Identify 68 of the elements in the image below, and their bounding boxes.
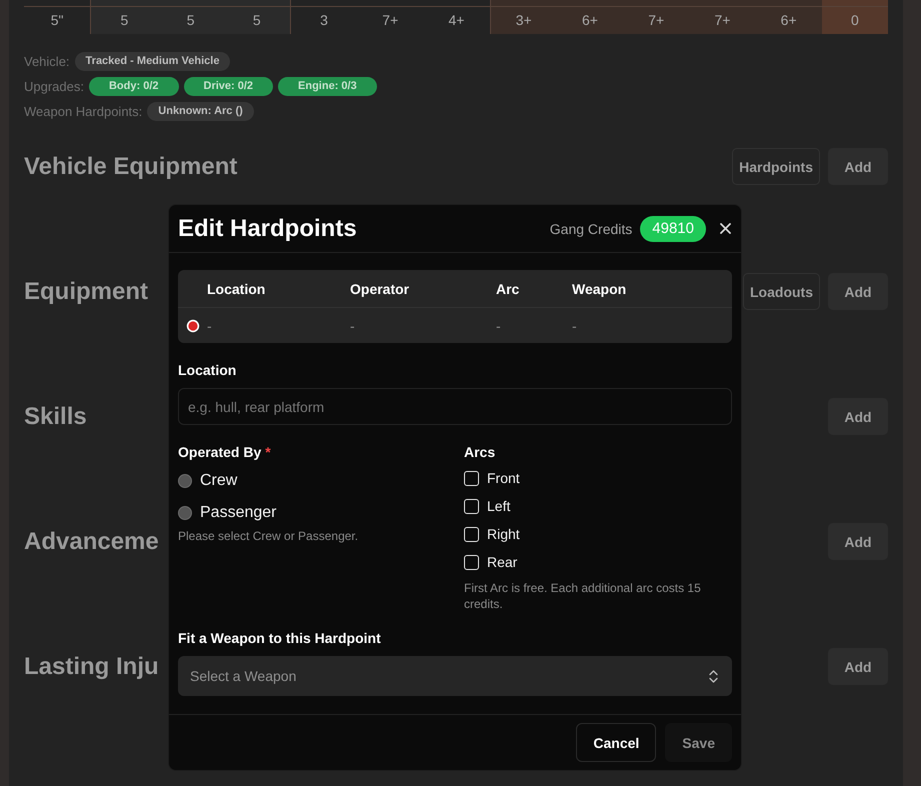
upgrade-badge: Engine: 0/3 [278, 76, 377, 96]
column-header: Operator [350, 280, 410, 296]
table-cell-text: 5 [252, 11, 262, 30]
table-cell-text: 5 [119, 11, 130, 30]
credits-badge: 49810 [640, 216, 706, 242]
modal-title: Edit Hardpoints [178, 214, 357, 242]
section-button[interactable]: Add [828, 648, 888, 685]
checkbox[interactable] [464, 470, 479, 486]
column-header: Location [207, 280, 266, 296]
close-icon[interactable] [720, 223, 731, 234]
credits-label: Gang Credits [550, 220, 632, 236]
column-header: Weapon [572, 280, 626, 296]
table-cell-text: 7+ [647, 11, 666, 30]
info-label: Vehicle: [24, 54, 70, 68]
table-cell-text: 6+ [580, 11, 599, 30]
table-cell-text: 7+ [713, 11, 732, 30]
info-label: Upgrades: [24, 78, 84, 94]
radio-button[interactable] [178, 506, 192, 520]
dialog-button[interactable]: Cancel [576, 723, 656, 762]
field-label: Operated By [178, 443, 262, 461]
section-button[interactable]: Hardpoints [732, 148, 820, 185]
checkbox-label[interactable]: Left [487, 498, 510, 514]
section-button[interactable]: Add [828, 273, 888, 310]
table-cell-text: 6+ [780, 11, 798, 30]
up-down-chevron-icon [709, 670, 718, 682]
checkbox[interactable] [464, 498, 479, 514]
checkbox-label[interactable]: Front [487, 470, 520, 486]
table-cell-text: 5 [186, 11, 196, 30]
checkbox-label[interactable]: Rear [487, 554, 518, 570]
table-cell: - [207, 318, 212, 334]
info-badge: Tracked - Medium Vehicle [74, 52, 230, 70]
section-title: Lasting Inju [24, 652, 159, 680]
section-title: Advanceme [24, 528, 159, 556]
upgrade-badge: Body: 0/2 [88, 76, 178, 96]
section-title: Vehicle Equipment [24, 152, 238, 180]
upgrade-badge: Drive: 0/2 [184, 76, 274, 96]
column-header: Arc [496, 280, 520, 296]
section-title: Equipment [24, 278, 148, 306]
weapon-select[interactable]: Select a Weapon [178, 656, 732, 696]
table-cell-text: 3+ [514, 11, 533, 30]
table-cell: - [572, 318, 577, 334]
checkbox[interactable] [464, 526, 479, 542]
radio-label[interactable]: Crew [200, 472, 238, 490]
location-input[interactable]: e.g. hull, rear platform [178, 388, 732, 425]
table-cell-text: 5" [50, 11, 64, 30]
section-button[interactable]: Add [828, 148, 888, 185]
checkbox-label[interactable]: Right [487, 526, 520, 542]
table-cell-text: 3 [319, 11, 329, 30]
section-button[interactable]: Loadouts [743, 273, 820, 310]
section-button[interactable]: Add [828, 398, 888, 435]
help-text: First Arc is free. Each additional arc costs 15 credits. [464, 580, 702, 612]
table-cell: - [496, 318, 501, 334]
help-text: Please select Crew or Passenger. [178, 528, 360, 544]
field-label: Arcs [464, 443, 496, 461]
info-badge: Unknown: Arc () [147, 102, 254, 120]
section-button[interactable]: Add [828, 523, 888, 560]
table-cell-text: 4+ [448, 11, 466, 30]
section-title: Skills [24, 402, 87, 430]
info-label: Weapon Hardpoints: [24, 104, 142, 118]
field-label: Fit a Weapon to this Hardpoint [178, 629, 382, 647]
table-cell: - [350, 318, 355, 334]
field-label: Location [178, 361, 238, 379]
table-cell-text: 0 [850, 11, 860, 30]
radio-label[interactable]: Passenger [200, 504, 276, 522]
required-mark: * [265, 443, 271, 461]
checkbox[interactable] [464, 554, 479, 570]
table-cell-text: 7+ [381, 11, 400, 30]
radio-button[interactable] [178, 474, 192, 488]
